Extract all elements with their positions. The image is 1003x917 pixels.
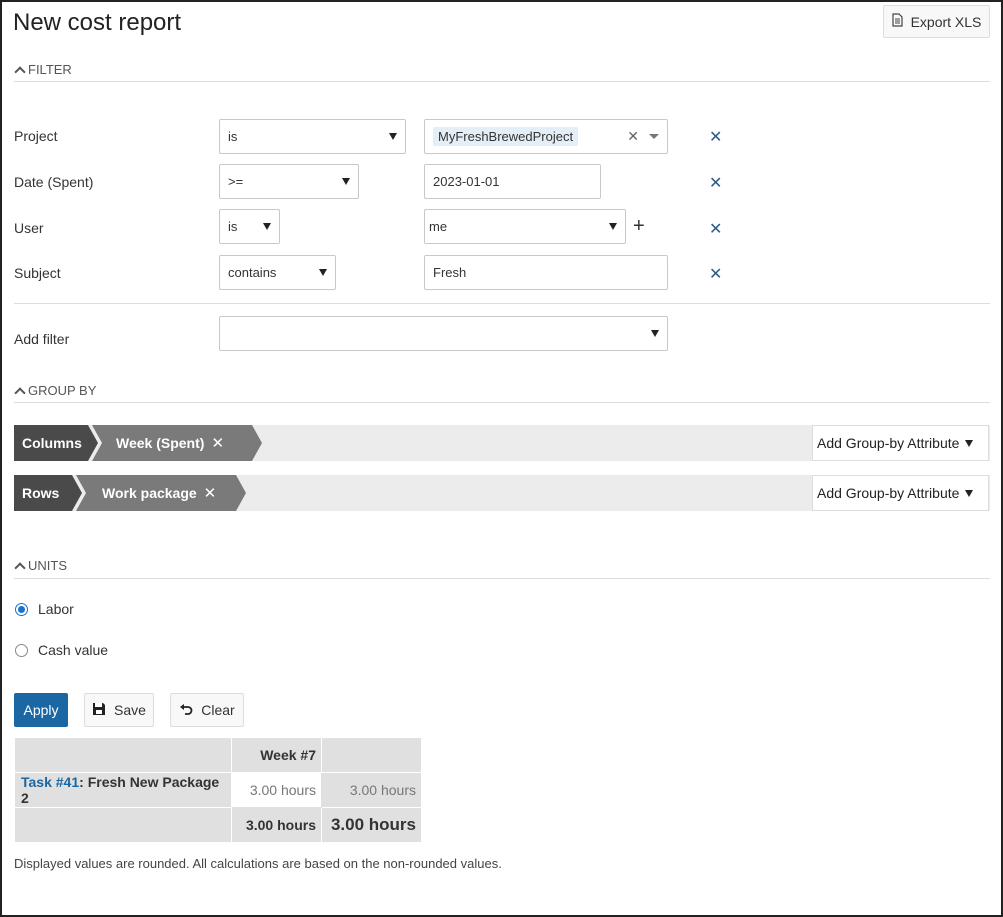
subject-value-input[interactable]: Fresh (424, 255, 668, 290)
filter-section-label: FILTER (28, 62, 72, 77)
undo-icon (179, 702, 193, 718)
filter-section-toggle[interactable]: FILTER (14, 62, 72, 77)
rows-attribute-chip[interactable]: Work package ✕ (76, 475, 246, 511)
page-title: New cost report (13, 9, 182, 36)
chevron-down-icon (342, 178, 350, 185)
filter-divider (14, 81, 990, 82)
subject-value: Fresh (433, 265, 467, 280)
units-section-label: UNITS (28, 558, 67, 573)
filter-label-subject: Subject (14, 265, 61, 281)
grand-total-cell: 3.00 hours (321, 807, 422, 843)
subject-operator-value: contains (228, 265, 277, 280)
project-operator-select[interactable]: is (219, 119, 406, 154)
columns-attribute-chip[interactable]: Week (Spent) ✕ (92, 425, 262, 461)
rounding-footnote: Displayed values are rounded. All calcul… (14, 856, 502, 871)
chevron-down-icon (389, 133, 397, 140)
total-label-cell (14, 807, 232, 843)
task-link[interactable]: Task #41 (21, 774, 79, 790)
apply-button[interactable]: Apply (14, 693, 68, 727)
floppy-icon (92, 702, 106, 719)
project-tag: MyFreshBrewedProject (433, 127, 579, 146)
filter-label-date: Date (Spent) (14, 174, 94, 190)
remove-filter-subject-icon[interactable]: ✕ (709, 264, 722, 284)
row-header-task: Task #41: Fresh New Package 2 (14, 772, 232, 808)
column-header-total (321, 737, 422, 773)
clear-icon[interactable]: ✕ (627, 128, 639, 145)
user-value-select[interactable]: me (424, 209, 626, 244)
columns-add-group-by-label: Add Group-by Attribute (817, 435, 960, 451)
table-header-row: Week #7 (14, 737, 422, 773)
add-filter-select[interactable] (219, 316, 668, 351)
table-row: Task #41: Fresh New Package 2 3.00 hours… (14, 772, 422, 808)
rows-add-group-by-label: Add Group-by Attribute (817, 485, 960, 501)
add-filter-label: Add filter (14, 331, 70, 347)
units-divider (14, 578, 990, 579)
remove-filter-project-icon[interactable]: ✕ (709, 127, 722, 147)
remove-rows-attribute-icon[interactable]: ✕ (204, 484, 217, 502)
chevron-down-icon (965, 489, 974, 497)
cash-value-label: Cash value (38, 642, 109, 658)
task-separator: : (79, 774, 84, 790)
group-by-divider (14, 402, 990, 403)
chevron-up-icon (14, 386, 24, 396)
date-value-input[interactable]: 2023-01-01 (424, 164, 601, 199)
remove-columns-attribute-icon[interactable]: ✕ (211, 434, 224, 452)
filter-separator (14, 303, 990, 304)
table-corner-cell (14, 737, 232, 773)
project-value-select[interactable]: MyFreshBrewedProject ✕ (424, 119, 668, 154)
columns-label-chip: Columns (14, 425, 98, 461)
group-by-section-label: GROUP BY (28, 383, 97, 398)
report-table: Week #7 Task #41: Fresh New Package 2 3.… (14, 737, 422, 843)
document-icon (891, 13, 903, 30)
chevron-down-icon[interactable] (649, 134, 659, 139)
chevron-down-icon (263, 223, 271, 230)
filter-label-user: User (14, 220, 44, 236)
chevron-down-icon (651, 330, 659, 337)
user-operator-select[interactable]: is (219, 209, 280, 244)
units-section-toggle[interactable]: UNITS (14, 558, 67, 573)
date-operator-value: >= (228, 174, 244, 189)
cash-value-radio[interactable] (15, 643, 28, 657)
subject-operator-select[interactable]: contains (219, 255, 336, 290)
columns-label: Columns (22, 435, 82, 451)
chevron-down-icon (319, 269, 327, 276)
chevron-down-icon (965, 439, 974, 447)
chevron-up-icon (14, 65, 24, 75)
clear-button[interactable]: Clear (170, 693, 244, 727)
export-xls-button[interactable]: Export XLS (883, 5, 990, 38)
remove-filter-user-icon[interactable]: ✕ (709, 219, 722, 239)
columns-add-group-by-select[interactable]: Add Group-by Attribute (812, 425, 989, 461)
chevron-up-icon (14, 561, 24, 571)
user-operator-value: is (228, 219, 238, 234)
labor-label: Labor (38, 601, 74, 617)
date-value: 2023-01-01 (433, 174, 500, 189)
labor-radio[interactable] (15, 602, 28, 616)
remove-filter-date-icon[interactable]: ✕ (709, 173, 722, 193)
column-total-cell: 3.00 hours (231, 807, 322, 843)
add-value-icon[interactable]: + (633, 216, 645, 236)
filter-label-project: Project (14, 128, 58, 144)
rows-attribute-label: Work package (102, 485, 197, 501)
export-xls-label: Export XLS (910, 13, 982, 30)
save-button[interactable]: Save (84, 693, 154, 727)
rows-add-group-by-select[interactable]: Add Group-by Attribute (812, 475, 989, 511)
rows-label-chip: Rows (14, 475, 82, 511)
project-operator-value: is (228, 129, 238, 144)
columns-attribute-label: Week (Spent) (116, 435, 205, 451)
table-total-row: 3.00 hours 3.00 hours (14, 807, 422, 843)
row-value-cell[interactable]: 3.00 hours (231, 772, 322, 808)
group-by-section-toggle[interactable]: GROUP BY (14, 383, 96, 398)
clear-label: Clear (201, 702, 235, 718)
column-header-week: Week #7 (231, 737, 322, 773)
chevron-down-icon (609, 223, 617, 230)
date-operator-select[interactable]: >= (219, 164, 359, 199)
unit-option-cash-value[interactable]: Cash value (15, 642, 108, 658)
unit-option-labor[interactable]: Labor (15, 601, 74, 617)
user-value: me (429, 219, 448, 234)
rows-label: Rows (22, 485, 60, 501)
row-total-cell: 3.00 hours (321, 772, 422, 808)
save-label: Save (114, 702, 146, 718)
